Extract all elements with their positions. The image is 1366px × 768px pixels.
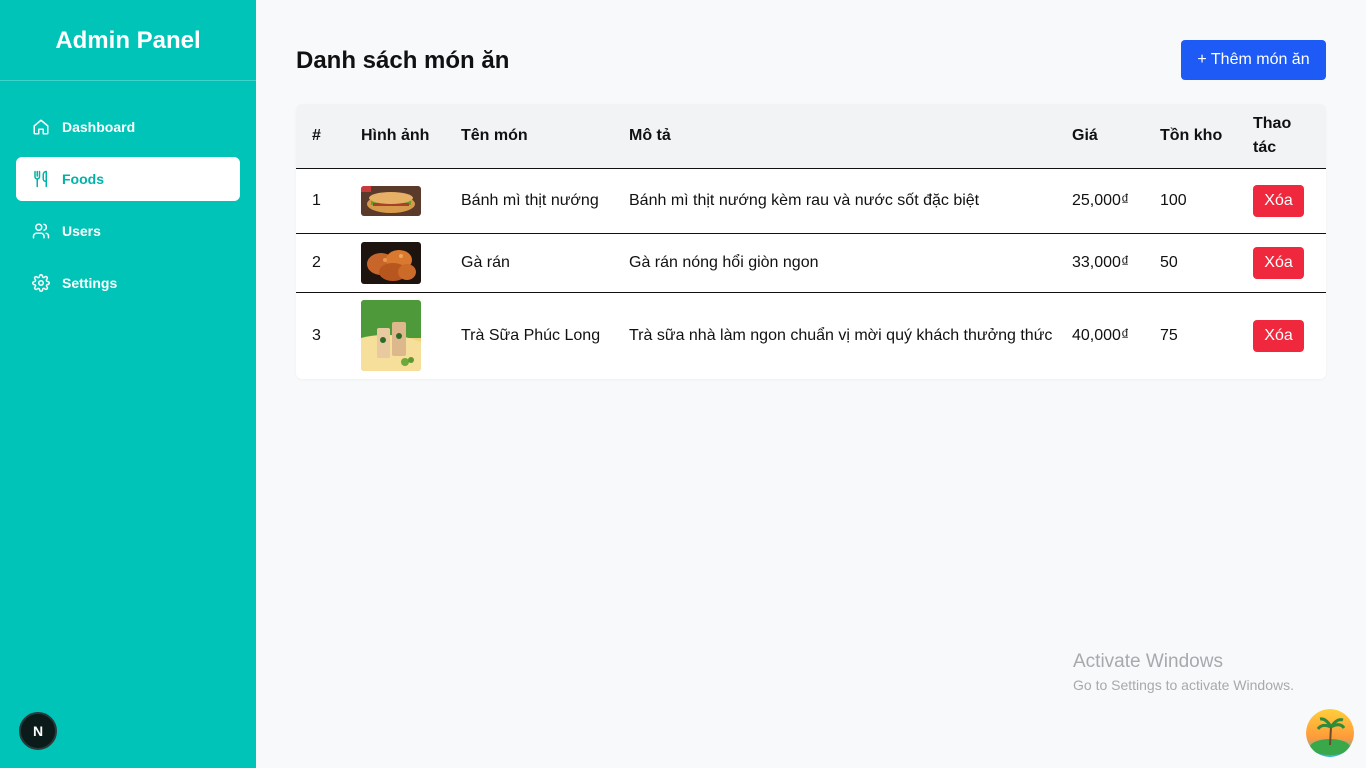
watermark-subtitle: Go to Settings to activate Windows.	[1073, 677, 1294, 693]
users-icon	[32, 222, 50, 240]
column-header-actions: Thao tác	[1245, 104, 1326, 169]
sidebar-item-dashboard[interactable]: Dashboard	[16, 105, 240, 149]
food-image-tra-sua	[361, 300, 421, 372]
sidebar-item-label: Dashboard	[62, 119, 136, 135]
food-price: 40,000₫	[1072, 326, 1130, 344]
food-description: Gà rán nóng hổi giòn ngon	[621, 233, 1064, 293]
food-stock: 50	[1152, 233, 1245, 293]
column-header-index: #	[296, 104, 353, 169]
delete-button[interactable]: Xóa	[1253, 184, 1304, 217]
table-row: 1 Bánh mì thịt nướng Bánh mì thịt nướng …	[296, 168, 1326, 234]
food-price: 33,000₫	[1064, 233, 1152, 293]
column-header-image: Hình ảnh	[353, 104, 453, 169]
table-header-row: # Hình ảnh Tên món Mô tả Giá Tồn kho Tha…	[296, 104, 1326, 169]
food-image-banh-mi	[361, 185, 421, 216]
sidebar: Admin Panel Dashboard Foods Users Settin…	[0, 0, 256, 768]
utensils-icon	[32, 170, 50, 188]
watermark-title: Activate Windows	[1073, 651, 1223, 672]
home-icon	[32, 118, 50, 136]
app-title: Admin Panel	[0, 0, 256, 81]
sidebar-item-users[interactable]: Users	[16, 209, 240, 253]
row-index: 3	[312, 326, 321, 344]
row-index: 1	[296, 168, 353, 234]
sidebar-item-foods[interactable]: Foods	[16, 157, 240, 201]
foods-table: # Hình ảnh Tên món Mô tả Giá Tồn kho Tha…	[296, 104, 1326, 379]
column-header-description: Mô tả	[621, 104, 1064, 169]
gear-icon	[32, 274, 50, 292]
page-title: Danh sách món ăn	[296, 47, 510, 74]
food-description: Bánh mì thịt nướng kèm rau và nước sốt đ…	[621, 168, 1064, 234]
delete-button[interactable]: Xóa	[1253, 319, 1304, 352]
next-badge[interactable]: N	[19, 712, 57, 750]
food-stock: 75	[1160, 326, 1178, 344]
row-index: 2	[296, 233, 353, 293]
sidebar-item-label: Foods	[62, 171, 104, 187]
sidebar-item-label: Users	[62, 223, 101, 239]
food-description: Trà sữa nhà làm ngon chuẩn vị mời quý kh…	[629, 326, 1053, 344]
table-row: 2 Gà rán Gà rán nóng hổi giòn ngon 33,00…	[296, 233, 1326, 293]
column-header-name: Tên món	[453, 104, 621, 169]
column-header-stock: Tồn kho	[1152, 104, 1245, 169]
assistant-avatar-icon[interactable]	[1306, 709, 1354, 757]
column-header-price: Giá	[1064, 104, 1152, 169]
food-name: Gà rán	[453, 233, 621, 293]
sidebar-nav: Dashboard Foods Users Settings	[0, 81, 256, 305]
food-stock: 100	[1152, 168, 1245, 234]
table-row: 3 Trà Sữa Phúc Long Trà sữa nhà làm ngon…	[296, 292, 1326, 379]
food-name: Trà Sữa Phúc Long	[461, 326, 601, 344]
sidebar-item-label: Settings	[62, 275, 118, 291]
food-image-ga-ran	[361, 241, 421, 284]
add-food-button[interactable]: + Thêm món ăn	[1181, 40, 1326, 80]
food-price: 25,000₫	[1064, 168, 1152, 234]
delete-button[interactable]: Xóa	[1253, 246, 1304, 279]
sidebar-item-settings[interactable]: Settings	[16, 261, 240, 305]
activation-watermark: Activate Windows Go to Settings to activ…	[1073, 651, 1294, 695]
food-name: Bánh mì thịt nướng	[453, 168, 621, 234]
